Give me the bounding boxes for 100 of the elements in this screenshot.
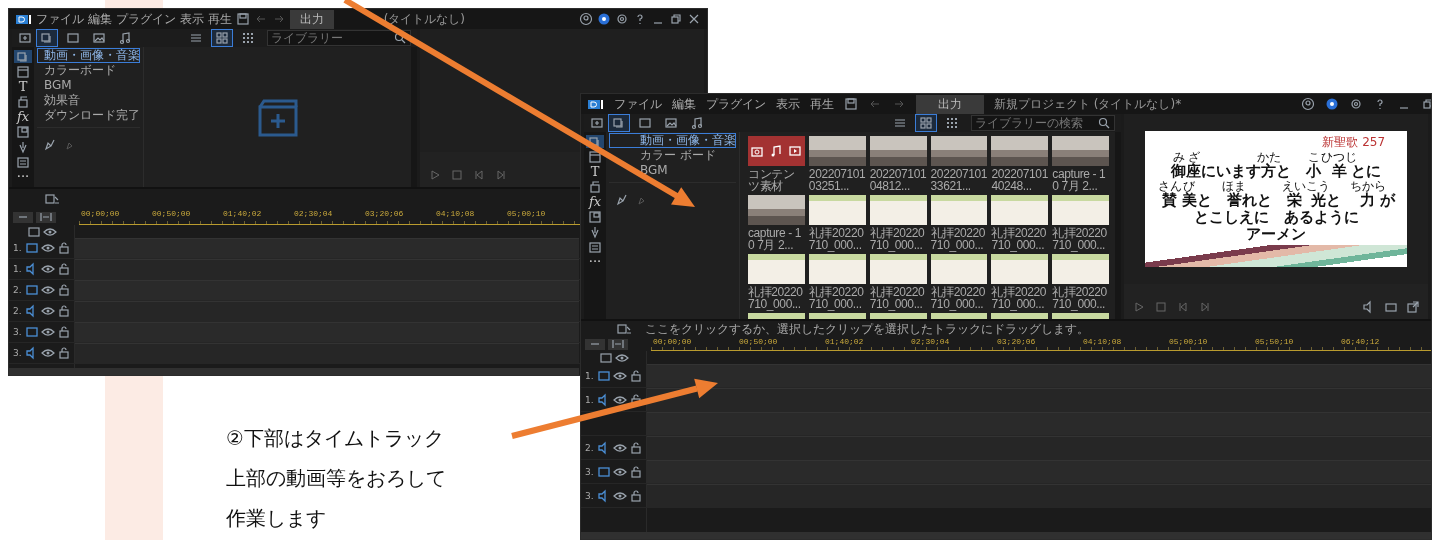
settings-icon[interactable] <box>1349 97 1364 111</box>
settings-icon[interactable] <box>615 12 629 26</box>
menu-item[interactable]: 編集 <box>88 10 112 28</box>
transition-tool[interactable] <box>586 150 604 163</box>
video-track-icon[interactable] <box>597 368 611 383</box>
scrollbar[interactable] <box>9 368 579 375</box>
category-item[interactable]: 効果音 <box>37 93 140 108</box>
lock-icon[interactable] <box>57 304 71 318</box>
lock-icon[interactable] <box>629 368 643 383</box>
user-icon[interactable] <box>579 12 593 26</box>
track-lane[interactable] <box>647 364 1431 387</box>
lock-icon[interactable] <box>57 241 71 255</box>
snapshot-icon[interactable] <box>1384 300 1398 314</box>
pip-tool[interactable] <box>14 125 32 138</box>
eye-icon[interactable] <box>41 283 55 297</box>
pen-icon[interactable] <box>43 138 57 152</box>
save-icon[interactable] <box>236 12 250 26</box>
external-icon[interactable] <box>1406 300 1420 314</box>
eye-icon[interactable] <box>41 325 55 339</box>
logo-icon[interactable] <box>15 12 32 26</box>
photo-placeholder[interactable] <box>748 195 805 225</box>
title-tool[interactable]: T <box>586 165 604 178</box>
track-lane[interactable] <box>647 460 1431 483</box>
slide-thumbnail[interactable] <box>930 254 988 284</box>
photo-placeholder[interactable] <box>869 136 927 166</box>
slide-thumbnail[interactable] <box>808 254 866 284</box>
fx-tool[interactable]: fx <box>586 195 604 208</box>
subtitle-tool[interactable] <box>586 240 604 253</box>
slide-thumbnail[interactable] <box>808 195 866 225</box>
video-track-icon[interactable] <box>25 241 39 255</box>
category-item[interactable]: 動画・画像・音楽 <box>37 48 140 63</box>
view-mode-toggle[interactable] <box>915 114 938 132</box>
media-tool[interactable] <box>14 50 32 63</box>
menu-item[interactable]: 再生 <box>810 95 834 113</box>
track-lane[interactable] <box>75 280 579 300</box>
menu-item[interactable]: プラグイン <box>116 10 176 28</box>
fit-button[interactable] <box>608 338 628 350</box>
track-lane[interactable] <box>647 436 1431 459</box>
content-tile[interactable] <box>748 136 805 166</box>
restore-icon[interactable] <box>1421 97 1431 111</box>
photo-placeholder[interactable] <box>991 136 1049 166</box>
output-button[interactable]: 出力 <box>290 9 334 29</box>
subtitle-tool[interactable] <box>14 155 32 168</box>
close-icon[interactable] <box>687 12 701 26</box>
lock-icon[interactable] <box>57 262 71 276</box>
category-item[interactable]: BGM <box>37 78 140 93</box>
photo-placeholder[interactable] <box>1052 136 1110 166</box>
slide-thumbnail[interactable] <box>991 195 1049 225</box>
account-icon[interactable] <box>1325 97 1340 111</box>
video-icon[interactable] <box>27 224 41 239</box>
slide-thumbnail[interactable] <box>869 195 927 225</box>
storyboard-icon[interactable] <box>617 322 631 336</box>
import-icon[interactable] <box>18 31 32 45</box>
video-track-icon[interactable] <box>25 283 39 297</box>
logo-icon[interactable] <box>587 97 604 111</box>
menu-item[interactable]: 表示 <box>776 95 800 113</box>
eye-icon[interactable] <box>41 304 55 318</box>
video-track-icon[interactable] <box>597 464 611 479</box>
fit-button[interactable] <box>36 211 56 223</box>
restore-icon[interactable] <box>669 12 683 26</box>
eye-icon[interactable] <box>41 262 55 276</box>
category-item[interactable]: BGM <box>609 163 736 178</box>
category-item[interactable]: 動画・画像・音楽 <box>609 133 736 148</box>
category-item[interactable]: カラー ボード <box>609 148 736 163</box>
slide-thumbnail[interactable] <box>1052 254 1110 284</box>
library-tab[interactable] <box>608 114 630 132</box>
menu-item[interactable]: ファイル <box>614 95 662 113</box>
track-lane[interactable] <box>647 484 1431 507</box>
search-field[interactable]: ライブラリー <box>267 30 412 46</box>
menu-item[interactable]: ファイル <box>36 10 84 28</box>
track-lane[interactable] <box>647 412 1431 435</box>
pip-tool[interactable] <box>586 210 604 223</box>
video-icon[interactable] <box>599 350 613 365</box>
category-item[interactable]: ダウンロード完了 <box>37 108 140 123</box>
slide-thumbnail[interactable] <box>748 254 805 284</box>
video-track-icon[interactable] <box>25 325 39 339</box>
slide-thumbnail[interactable] <box>930 195 988 225</box>
lock-icon[interactable] <box>629 464 643 479</box>
category-item[interactable]: カラーボード <box>37 63 140 78</box>
lock-icon[interactable] <box>57 325 71 339</box>
user-icon[interactable] <box>1301 97 1316 111</box>
photo-placeholder[interactable] <box>930 136 988 166</box>
slide-thumbnail[interactable] <box>1052 195 1110 225</box>
import-icon[interactable] <box>590 116 604 130</box>
slide-thumbnail[interactable] <box>991 254 1049 284</box>
menu-item[interactable]: 再生 <box>208 10 232 28</box>
scrollbar[interactable] <box>581 532 1431 539</box>
search-field[interactable]: ライブラリーの検索 <box>971 115 1116 131</box>
zoom-out-button[interactable] <box>13 211 33 223</box>
track-lane[interactable] <box>75 301 579 321</box>
menu-item[interactable]: プラグイン <box>706 95 766 113</box>
account-icon[interactable] <box>597 12 611 26</box>
fx-tool[interactable]: fx <box>14 110 32 123</box>
track-lane[interactable] <box>75 322 579 342</box>
pen-icon[interactable] <box>615 193 629 207</box>
slide-thumbnail[interactable] <box>869 254 927 284</box>
lock-icon[interactable] <box>57 283 71 297</box>
title-tool[interactable]: T <box>14 80 32 93</box>
menu-item[interactable]: 編集 <box>672 95 696 113</box>
track-lane[interactable] <box>75 259 579 279</box>
